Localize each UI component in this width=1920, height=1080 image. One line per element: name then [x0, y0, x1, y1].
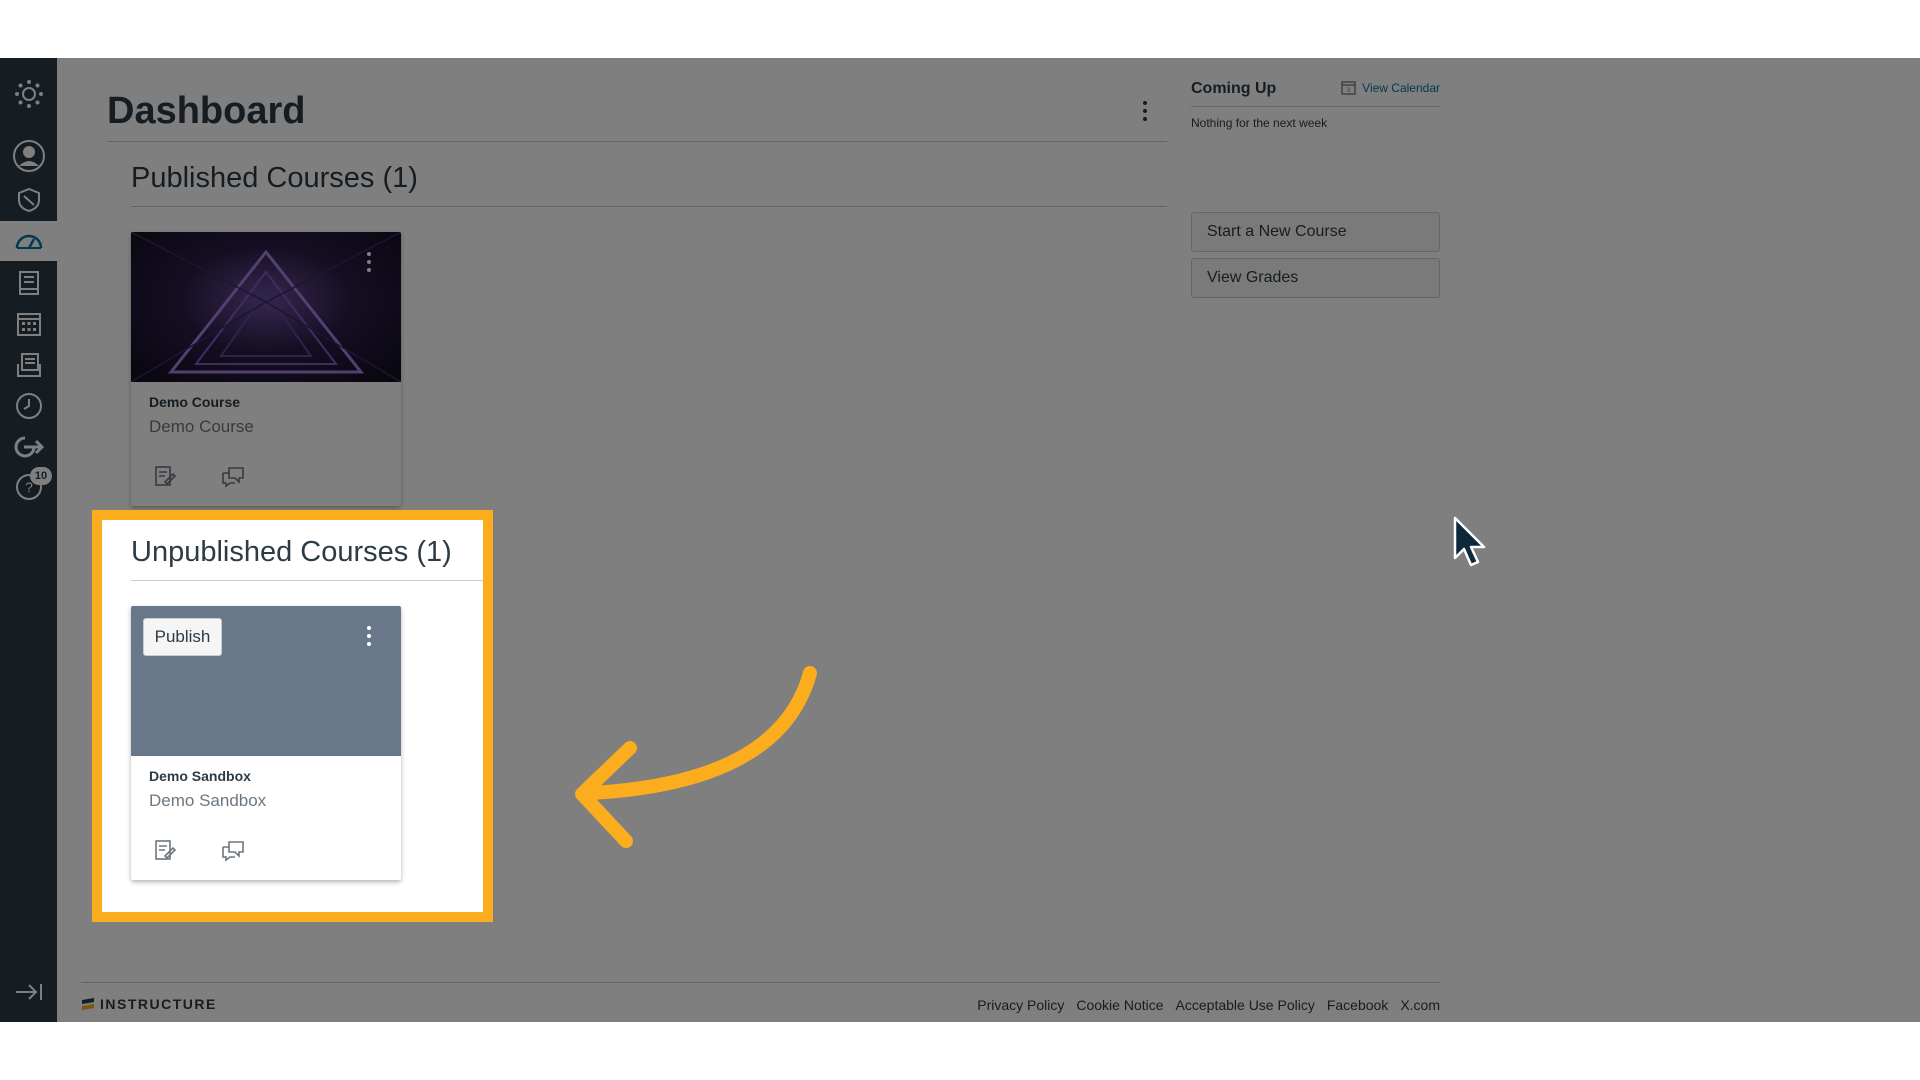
course-card-image[interactable] [131, 232, 401, 382]
annotation-arrow-icon [575, 666, 817, 848]
nav-help[interactable]: ? 10 [0, 467, 57, 507]
unpublished-courses-heading: Unpublished Courses (1) [131, 536, 452, 568]
divider [131, 206, 1167, 207]
discussions-icon[interactable] [221, 464, 245, 488]
instructure-logo-icon [82, 998, 94, 1010]
acceptable-use-policy-link[interactable]: Acceptable Use Policy [1176, 997, 1315, 1013]
card-actions [153, 464, 245, 488]
spotlight-content: Unpublished Courses (1) Publish Demo San… [102, 520, 483, 912]
screenshot-frame: ? 10 Dashboard Published Courses (1) Dem… [0, 58, 1920, 1022]
highlight-box: Unpublished Courses (1) Publish Demo San… [92, 510, 493, 922]
nav-calendar[interactable] [0, 304, 57, 344]
divider [1191, 106, 1440, 107]
start-new-course-button[interactable]: Start a New Course [1191, 212, 1440, 252]
page-title: Dashboard [107, 90, 306, 132]
coming-up-heading: Coming Up [1191, 80, 1277, 97]
nav-commons[interactable] [0, 427, 57, 467]
privacy-policy-link[interactable]: Privacy Policy [977, 997, 1064, 1013]
help-badge: 10 [30, 467, 52, 485]
x-com-link[interactable]: X.com [1400, 997, 1440, 1013]
mouse-cursor-icon [1453, 516, 1486, 567]
nav-admin[interactable] [0, 180, 57, 220]
share-arrow-icon [14, 436, 44, 458]
assignments-icon[interactable] [153, 464, 177, 488]
course-card[interactable]: Demo Course Demo Course [131, 232, 401, 506]
kebab-icon [1143, 101, 1147, 105]
course-code[interactable]: Demo Sandbox [149, 768, 251, 784]
svg-text:3: 3 [1347, 88, 1351, 94]
instructure-logo[interactable]: INSTRUCTURE [81, 996, 217, 1012]
collapse-nav-icon [15, 984, 42, 1000]
nav-dashboard[interactable] [0, 221, 57, 261]
course-name: Demo Course [149, 417, 254, 436]
calendar-icon [16, 313, 41, 336]
view-calendar-label[interactable]: View Calendar [1362, 81, 1440, 95]
canvas-logo[interactable] [0, 74, 57, 114]
card-options-button[interactable] [363, 626, 375, 654]
course-name: Demo Sandbox [149, 791, 267, 810]
dashboard-options-button[interactable] [1133, 96, 1157, 126]
view-grades-button[interactable]: View Grades [1191, 258, 1440, 298]
dashboard-header: Dashboard [107, 82, 1167, 142]
discussions-icon[interactable] [221, 838, 245, 862]
publish-button[interactable]: Publish [143, 618, 222, 656]
inbox-icon [16, 353, 41, 377]
card-options-button[interactable] [363, 252, 375, 280]
card-actions [153, 838, 245, 862]
course-card[interactable]: Publish Demo Sandbox Demo Sandbox [131, 606, 401, 880]
clock-icon [15, 393, 42, 419]
collapse-nav-button[interactable] [0, 972, 57, 1012]
course-code[interactable]: Demo Course [149, 394, 240, 410]
course-card-image[interactable]: Publish [131, 606, 401, 756]
instructure-logo-text: INSTRUCTURE [100, 996, 217, 1012]
nav-history[interactable] [0, 386, 57, 426]
canvas-logo-icon [14, 80, 43, 108]
assignments-icon[interactable] [153, 838, 177, 862]
footer-links: Privacy Policy Cookie Notice Acceptable … [977, 997, 1440, 1013]
global-navigation: ? 10 [0, 58, 57, 1022]
facebook-link[interactable]: Facebook [1327, 997, 1388, 1013]
divider [131, 580, 483, 581]
view-calendar-link[interactable]: 3 View Calendar [1341, 80, 1440, 95]
nav-inbox[interactable] [0, 345, 57, 385]
published-courses-heading: Published Courses (1) [131, 162, 418, 194]
user-avatar-icon [12, 140, 45, 172]
dashboard-icon [15, 234, 42, 249]
coming-up-empty-text: Nothing for the next week [1191, 116, 1328, 130]
nav-courses[interactable] [0, 263, 57, 303]
shield-icon [17, 187, 40, 213]
book-icon [18, 271, 39, 295]
cookie-notice-link[interactable]: Cookie Notice [1076, 997, 1163, 1013]
nav-account[interactable] [0, 136, 57, 176]
calendar-icon: 3 [1341, 81, 1356, 95]
footer: INSTRUCTURE Privacy Policy Cookie Notice… [81, 982, 1440, 1022]
